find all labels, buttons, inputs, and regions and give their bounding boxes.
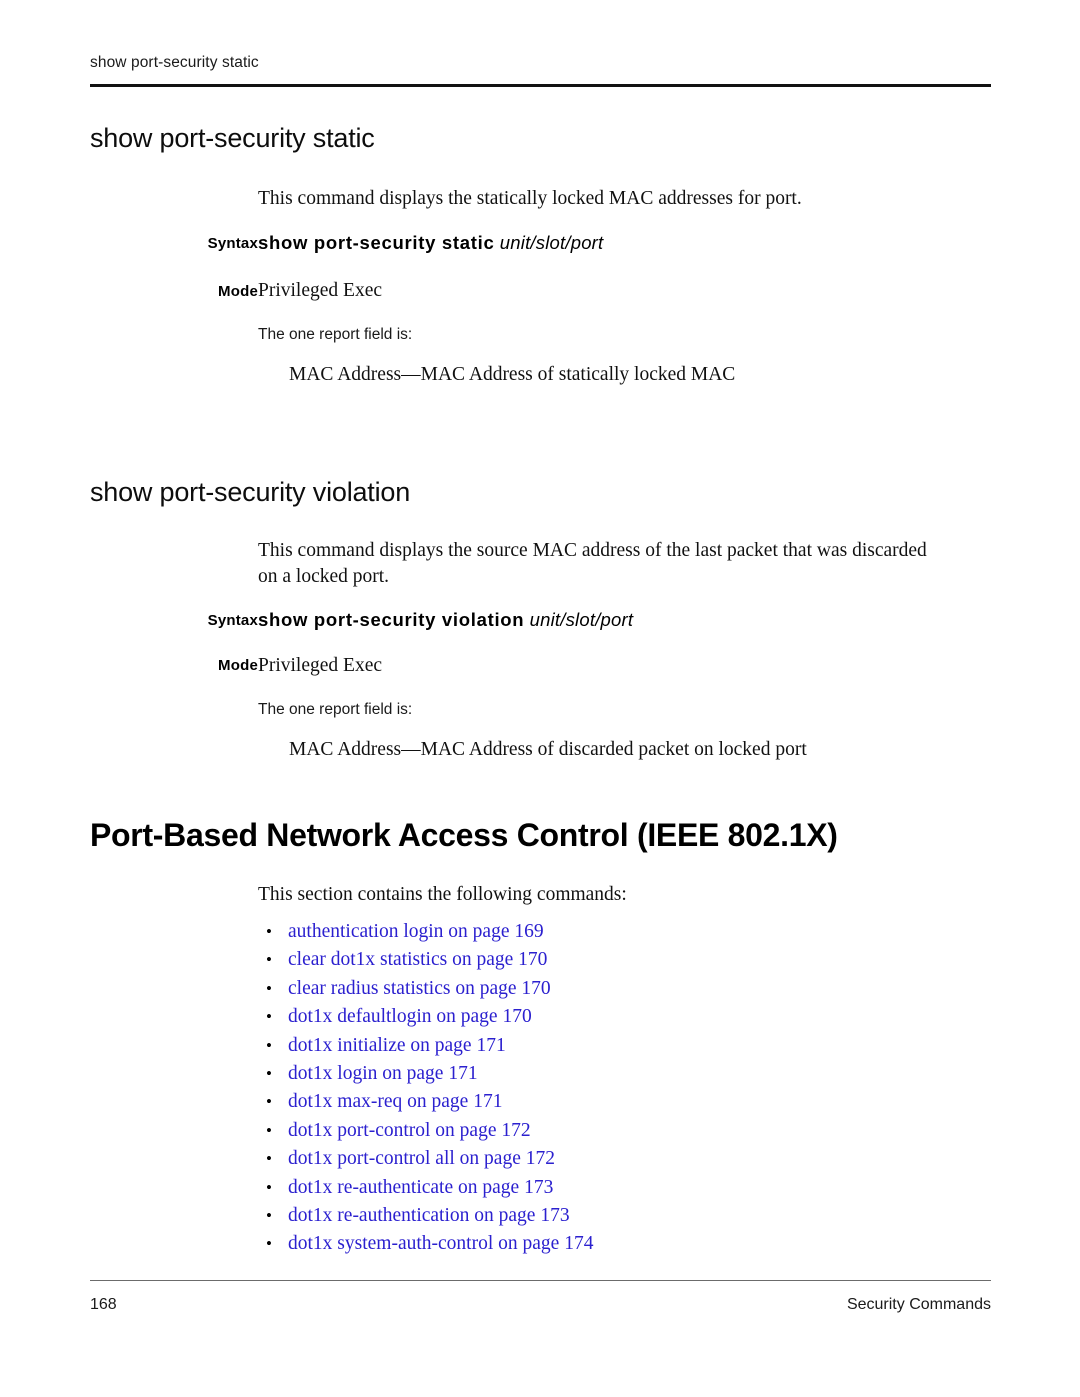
list-item[interactable]: • dot1x system-auth-control on page 174 xyxy=(258,1230,958,1258)
command-link[interactable]: dot1x re-authenticate on page 173 xyxy=(288,1174,553,1202)
command-link[interactable]: dot1x port-control on page 172 xyxy=(288,1117,531,1145)
command-link[interactable]: dot1x initialize on page 171 xyxy=(288,1032,506,1060)
report-note-static: The one report field is: xyxy=(258,326,413,343)
list-item[interactable]: • dot1x port-control on page 172 xyxy=(258,1117,958,1145)
mode-value-static: Privileged Exec xyxy=(258,280,382,301)
running-header: show port-security static xyxy=(90,54,259,71)
footer-title: Security Commands xyxy=(846,1296,991,1313)
list-item[interactable]: • clear dot1x statistics on page 170 xyxy=(258,946,958,974)
bullet-icon: • xyxy=(266,1149,272,1169)
section-heading-port-security-static: show port-security static xyxy=(90,123,375,153)
bullet-icon: • xyxy=(266,1120,272,1140)
list-item[interactable]: • dot1x defaultlogin on page 170 xyxy=(258,1003,958,1031)
syntax-label-violation: Syntax xyxy=(207,612,258,629)
command-link-list: • authentication login on page 169 • cle… xyxy=(258,918,958,1259)
header-divider xyxy=(90,84,991,87)
list-item[interactable]: • dot1x initialize on page 171 xyxy=(258,1032,958,1060)
command-link[interactable]: dot1x max-req on page 171 xyxy=(288,1088,502,1116)
list-item[interactable]: • dot1x re-authenticate on page 173 xyxy=(258,1174,958,1202)
mode-value-violation: Privileged Exec xyxy=(258,655,382,676)
report-note-violation: The one report field is: xyxy=(258,701,413,718)
command-link[interactable]: authentication login on page 169 xyxy=(288,918,544,946)
command-link[interactable]: dot1x port-control all on page 172 xyxy=(288,1145,555,1173)
bullet-icon: • xyxy=(266,978,272,998)
section-description-static: This command displays the statically loc… xyxy=(258,188,802,209)
syntax-line-violation: show port-security violation unit/slot/p… xyxy=(258,609,958,631)
bullet-icon: • xyxy=(266,1177,272,1197)
report-field-static: MAC Address—MAC Address of statically lo… xyxy=(289,364,736,385)
section-description-violation: This command displays the source MAC add… xyxy=(258,540,927,587)
mode-label-static: Mode xyxy=(218,283,258,300)
syntax-command-static: show port-security static xyxy=(258,232,495,253)
list-item[interactable]: • dot1x login on page 171 xyxy=(258,1060,958,1088)
list-item[interactable]: • dot1x port-control all on page 172 xyxy=(258,1145,958,1173)
bullet-icon: • xyxy=(266,1234,272,1254)
bullet-icon: • xyxy=(266,922,272,941)
command-link[interactable]: dot1x system-auth-control on page 174 xyxy=(288,1230,593,1258)
syntax-line-static: show port-security static unit/slot/port xyxy=(258,232,958,254)
mode-label-violation: Mode xyxy=(218,657,258,674)
list-item[interactable]: • dot1x re-authentication on page 173 xyxy=(258,1202,958,1230)
bullet-icon: • xyxy=(266,1092,272,1112)
major-section-intro: This section contains the following comm… xyxy=(258,884,627,905)
bullet-icon: • xyxy=(266,1035,272,1055)
document-page: show port-security static show port-secu… xyxy=(0,0,1080,1397)
syntax-argument-static: unit/slot/port xyxy=(494,232,604,253)
report-field-violation: MAC Address—MAC Address of discarded pac… xyxy=(289,739,807,760)
list-item[interactable]: • authentication login on page 169 xyxy=(258,918,958,946)
major-section-heading: Port-Based Network Access Control (IEEE … xyxy=(90,817,838,853)
footer-divider xyxy=(90,1280,991,1281)
bullet-icon: • xyxy=(266,950,272,970)
command-link[interactable]: dot1x defaultlogin on page 170 xyxy=(288,1003,532,1031)
bullet-icon: • xyxy=(266,1007,272,1027)
list-item[interactable]: • dot1x max-req on page 171 xyxy=(258,1088,958,1116)
list-item[interactable]: • clear radius statistics on page 170 xyxy=(258,975,958,1003)
command-link[interactable]: dot1x login on page 171 xyxy=(288,1060,478,1088)
footer-page-number: 168 xyxy=(90,1296,117,1313)
section-heading-port-security-violation: show port-security violation xyxy=(90,477,411,507)
syntax-command-violation: show port-security violation xyxy=(258,609,525,630)
command-link[interactable]: dot1x re-authentication on page 173 xyxy=(288,1202,570,1230)
syntax-argument-violation: unit/slot/port xyxy=(524,609,634,630)
bullet-icon: • xyxy=(266,1063,272,1083)
command-link[interactable]: clear dot1x statistics on page 170 xyxy=(288,946,547,974)
command-link[interactable]: clear radius statistics on page 170 xyxy=(288,975,551,1003)
syntax-label-static: Syntax xyxy=(207,235,258,252)
bullet-icon: • xyxy=(266,1205,272,1225)
